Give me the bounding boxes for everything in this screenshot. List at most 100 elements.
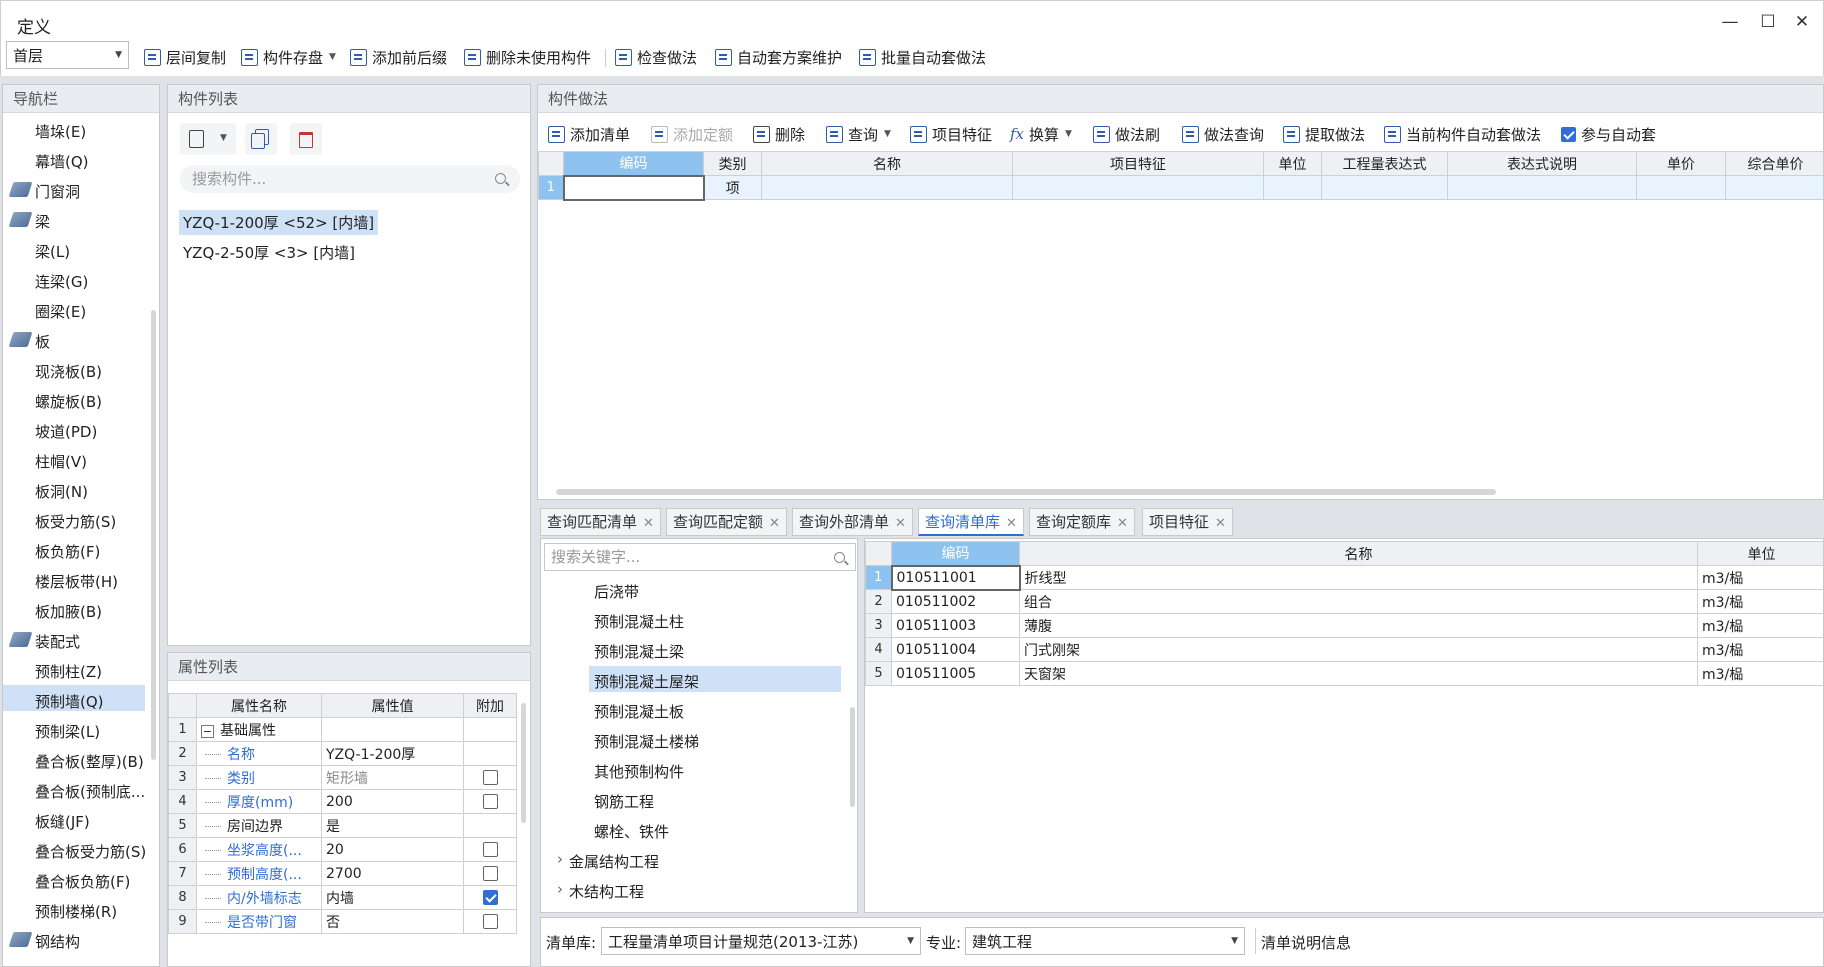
table-row[interactable]: 5 010511005 天窗架 m3/榀	[865, 661, 1823, 686]
tab-query-quota-lib[interactable]: 查询定额库 ✕	[1029, 508, 1135, 536]
close-icon[interactable]: ✕	[643, 516, 654, 531]
table-row[interactable]: 2 名称 YZQ-1-200厚	[168, 741, 517, 766]
keyword-search-input[interactable]: 搜索关键字...	[544, 543, 856, 571]
nav-item[interactable]: 预制墙(Q)	[35, 691, 104, 712]
query-code-cell[interactable]: 010511005	[891, 661, 1020, 686]
new-component-button[interactable]: ▼	[180, 123, 236, 155]
delete-component-button[interactable]	[290, 123, 322, 155]
auto-scheme-button[interactable]: 自动套方案维护	[715, 46, 842, 68]
nav-category[interactable]: 钢结构	[35, 931, 80, 952]
convert-button[interactable]: fx 换算 ▼	[1010, 123, 1072, 145]
query-code-cell[interactable]: 010511001	[890, 564, 1021, 591]
close-icon[interactable]: ✕	[769, 516, 780, 531]
extract-button[interactable]: 提取做法	[1283, 123, 1365, 145]
nav-item[interactable]: 柱帽(V)	[35, 451, 87, 472]
delete-unused-button[interactable]: 删除未使用构件	[464, 46, 591, 68]
component-item[interactable]: YZQ-1-200厚 <52> [内墙]	[179, 210, 379, 235]
prop-value-cell[interactable]: 20	[321, 837, 464, 862]
query-name-cell[interactable]: 折线型	[1019, 565, 1698, 590]
major-select[interactable]: 建筑工程 ▼	[965, 927, 1245, 955]
nav-item[interactable]: 连梁(G)	[35, 271, 88, 292]
close-icon[interactable]: ✕	[1791, 11, 1813, 33]
nav-item[interactable]: 叠合板(整厚)(B)	[35, 751, 144, 772]
tree-scrollbar[interactable]	[850, 707, 855, 807]
property-scrollbar[interactable]	[521, 703, 526, 823]
nav-category[interactable]: 板	[35, 331, 50, 352]
nav-category[interactable]: 门窗洞	[35, 181, 80, 202]
close-icon[interactable]: ✕	[1006, 516, 1017, 531]
table-row[interactable]: 2 010511002 组合 m3/榀	[865, 589, 1823, 614]
tab-query-match-list[interactable]: 查询匹配清单 ✕	[540, 508, 661, 536]
query-name-cell[interactable]: 薄腹	[1019, 613, 1698, 638]
tree-node[interactable]: 预制混凝土楼梯	[594, 731, 699, 752]
query-button[interactable]: 查询 ▼	[826, 123, 891, 145]
tree-node[interactable]: 预制混凝土屋架	[594, 671, 699, 692]
close-icon[interactable]: ✕	[1215, 516, 1226, 531]
tree-node[interactable]: 螺栓、铁件	[594, 821, 669, 842]
table-row[interactable]: 3 类别 矩形墙	[168, 765, 517, 790]
tree-parent-node[interactable]: 木结构工程	[569, 881, 644, 902]
prop-value-cell[interactable]: YZQ-1-200厚	[321, 741, 464, 766]
checkbox-icon[interactable]	[482, 914, 498, 929]
nav-item[interactable]: 叠合板负筋(F)	[35, 871, 130, 892]
checkbox-icon[interactable]	[482, 794, 498, 809]
nav-scrollbar[interactable]	[151, 310, 156, 760]
table-row[interactable]: 5 房间边界是	[168, 813, 517, 838]
prop-value-cell[interactable]: 200	[321, 789, 464, 814]
save-component-button[interactable]: 构件存盘 ▼	[241, 46, 336, 68]
current-auto-button[interactable]: 当前构件自动套做法	[1384, 123, 1541, 145]
prop-value-cell[interactable]: 是	[321, 813, 464, 838]
tab-item-feature[interactable]: 项目特征 ✕	[1142, 508, 1233, 536]
item-feature-button[interactable]: 项目特征	[910, 123, 992, 145]
batch-auto-button[interactable]: 批量自动套做法	[859, 46, 986, 68]
tree-node[interactable]: 后浇带	[594, 581, 639, 602]
table-row[interactable]: 3 010511003 薄腹 m3/榀	[865, 613, 1823, 638]
tree-node[interactable]: 预制混凝土梁	[594, 641, 684, 662]
prop-value-cell[interactable]	[321, 717, 464, 742]
query-unit-cell[interactable]: m3/榀	[1697, 613, 1823, 638]
brush-button[interactable]: 做法刷	[1093, 123, 1160, 145]
nav-item[interactable]: 预制柱(Z)	[35, 661, 102, 682]
tree-node[interactable]: 其他预制构件	[594, 761, 684, 782]
copy-floor-button[interactable]: 层间复制	[144, 46, 226, 68]
checkbox-icon[interactable]	[482, 770, 498, 785]
method-hscrollbar[interactable]	[556, 489, 1496, 495]
floor-select[interactable]: 首层 ▼	[6, 41, 129, 69]
prop-value-cell[interactable]: 2700	[321, 861, 464, 886]
query-unit-cell[interactable]: m3/榀	[1697, 565, 1823, 590]
table-row[interactable]: 9 是否带门窗否	[168, 909, 517, 934]
table-row[interactable]: 1 项	[538, 174, 1823, 201]
minimize-icon[interactable]: —	[1719, 11, 1741, 33]
tree-node[interactable]: 钢筋工程	[594, 791, 654, 812]
prop-value-cell[interactable]: 内墙	[321, 885, 464, 910]
table-row[interactable]: 1 010511001 折线型 m3/榀	[865, 564, 1823, 591]
add-prefix-suffix-button[interactable]: 添加前后缀	[350, 46, 447, 68]
close-icon[interactable]: ✕	[895, 516, 906, 531]
nav-item[interactable]: 板缝(JF)	[35, 811, 90, 832]
nav-item[interactable]: 叠合板受力筋(S)	[35, 841, 146, 862]
nav-item[interactable]: 板洞(N)	[35, 481, 88, 502]
query-code-cell[interactable]: 010511003	[891, 613, 1020, 638]
checkbox-checked-icon[interactable]	[482, 890, 498, 905]
copy-component-button[interactable]	[245, 123, 277, 155]
table-row[interactable]: 6 坐浆高度(... 20	[168, 837, 517, 862]
query-code-cell[interactable]: 010511002	[891, 589, 1020, 614]
nav-category[interactable]: 装配式	[35, 631, 80, 652]
tab-query-list-lib[interactable]: 查询清单库 ✕	[918, 508, 1024, 536]
nav-item[interactable]: 预制楼梯(R)	[35, 901, 117, 922]
participate-auto-checkbox[interactable]: 参与自动套	[1561, 123, 1656, 145]
nav-item[interactable]: 现浇板(B)	[35, 361, 102, 382]
tab-query-match-quota[interactable]: 查询匹配定额 ✕	[666, 508, 787, 536]
component-item[interactable]: YZQ-2-50厚 <3> [内墙]	[179, 240, 359, 265]
nav-item[interactable]: 板负筋(F)	[35, 541, 100, 562]
nav-item[interactable]: 梁(L)	[35, 241, 70, 262]
nav-item[interactable]: 板受力筋(S)	[35, 511, 116, 532]
query-unit-cell[interactable]: m3/榀	[1697, 661, 1823, 686]
list-info-link[interactable]: 清单说明信息	[1261, 932, 1351, 953]
close-icon[interactable]: ✕	[1117, 516, 1128, 531]
list-lib-select[interactable]: 工程量清单项目计量规范(2013-江苏) ▼	[601, 927, 921, 955]
query-name-cell[interactable]: 组合	[1019, 589, 1698, 614]
query-name-cell[interactable]: 门式刚架	[1019, 637, 1698, 662]
expand-arrow-icon[interactable]: ›	[557, 850, 563, 868]
prop-value-cell[interactable]: 否	[321, 909, 464, 934]
